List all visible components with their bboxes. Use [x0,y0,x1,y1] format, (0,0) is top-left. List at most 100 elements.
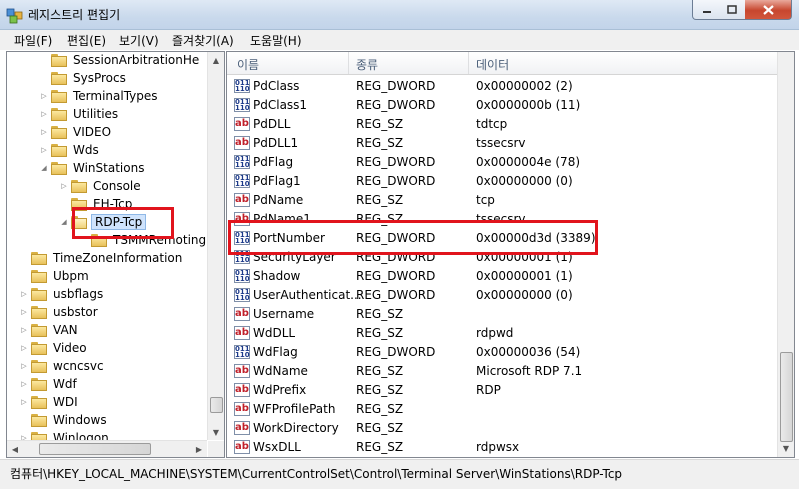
value-type: REG_SZ [356,117,404,131]
value-row[interactable]: 011 110 PdFlag REG_DWORD 0x0000004e (78) [227,153,778,172]
tree-hscroll-thumb[interactable] [39,443,151,455]
column-type-header[interactable]: 종류 [356,56,378,73]
tree-item-label: Utilities [73,107,119,121]
folder-icon [31,251,47,265]
minimize-button[interactable] [692,0,721,20]
menu-help[interactable]: 도움말(H) [250,32,302,49]
tree-item[interactable]: ▷ VAN [19,321,80,339]
expand-arrow-icon[interactable]: ▷ [19,398,29,406]
value-row[interactable]: ab Username REG_SZ [227,305,778,324]
expand-arrow-icon[interactable]: ▷ [19,326,29,334]
value-row[interactable]: ab WFProfilePath REG_SZ [227,400,778,419]
expand-arrow-icon[interactable]: ▷ [19,380,29,388]
value-row[interactable]: ab PdName REG_SZ tcp [227,191,778,210]
value-row[interactable]: ab WdPrefix REG_SZ RDP [227,381,778,400]
scroll-down-arrow-icon[interactable]: ▼ [208,424,224,440]
scroll-right-arrow-icon[interactable]: ▶ [191,441,207,457]
binary-value-icon: 011 110 [234,155,250,169]
tree-item[interactable]: ▷ Video [19,339,89,357]
tree-horizontal-scrollbar[interactable]: ◀ ▶ [7,440,207,457]
scroll-left-arrow-icon[interactable]: ◀ [7,441,23,457]
value-name: WorkDirectory [253,421,339,435]
tree-item[interactable]: ▷ Wds [39,141,101,159]
menu-view[interactable]: 보기(V) [119,32,159,49]
tree-item[interactable]: SessionArbitrationHe [39,52,201,69]
tree-item[interactable]: ◢ WinStations [39,159,146,177]
value-row[interactable]: 011 110 PdClass REG_DWORD 0x00000002 (2) [227,77,778,96]
value-type: REG_DWORD [356,174,436,188]
tree-item[interactable]: Ubpm [19,267,91,285]
tree-item[interactable]: ▷ WDI [19,393,80,411]
value-row[interactable]: 011 110 PdClass1 REG_DWORD 0x0000000b (11) [227,96,778,115]
value-row[interactable]: 011 110 WdFlag REG_DWORD 0x00000036 (54) [227,343,778,362]
tree-item[interactable]: SysProcs [39,69,128,87]
string-value-icon: ab [234,364,250,378]
menu-edit[interactable]: 편집(E) [67,32,106,49]
value-name: PdDLL [253,117,291,131]
tree-item[interactable]: ▷ Wdf [19,375,79,393]
tree-item[interactable]: ▷ VIDEO [39,123,113,141]
tree-item-label: Wdf [53,377,77,391]
value-row[interactable]: 011 110 PdFlag1 REG_DWORD 0x00000000 (0) [227,172,778,191]
tree-item-label: TimeZoneInformation [53,251,183,265]
tree-item[interactable]: ▷ Console [59,177,143,195]
value-row[interactable]: ab WsxDLL REG_SZ rdpwsx [227,438,778,457]
list-scroll-thumb[interactable] [780,352,793,442]
value-row[interactable]: ab PdDLL REG_SZ tdtcp [227,115,778,134]
folder-icon [31,287,47,301]
expand-arrow-icon[interactable]: ▷ [39,146,49,154]
expand-arrow-icon[interactable]: ▷ [39,128,49,136]
key-tree-pane[interactable]: SessionArbitrationHe SysProcs ▷ TerminalTyp… [6,51,225,458]
tree-item-label: WDI [53,395,78,409]
string-value-icon: ab [234,193,250,207]
folder-icon [51,89,67,103]
tree-item[interactable]: TimeZoneInformation [19,249,184,267]
tree-item[interactable]: ▷ TerminalTypes [39,87,160,105]
expand-arrow-icon[interactable]: ▷ [19,290,29,298]
column-data-header[interactable]: 데이터 [476,56,509,73]
value-row[interactable]: ab WdName REG_SZ Microsoft RDP 7.1 [227,362,778,381]
collapse-arrow-icon[interactable]: ◢ [59,218,69,226]
tree-item[interactable]: ▷ usbstor [19,303,100,321]
expand-arrow-icon[interactable]: ▷ [39,110,49,118]
value-row[interactable]: ab WdDLL REG_SZ rdpwd [227,324,778,343]
scroll-up-arrow-icon[interactable]: ▲ [208,52,224,68]
scroll-down-arrow-icon[interactable]: ▼ [778,440,794,456]
value-row[interactable]: 011 110 UserAuthenticat... REG_DWORD 0x00000… [227,286,778,305]
menu-favorites[interactable]: 즐겨찾기(A) [172,32,234,49]
expand-arrow-icon[interactable]: ▷ [39,92,49,100]
close-button[interactable] [745,0,792,20]
expand-arrow-icon[interactable]: ▷ [19,362,29,370]
tree-item-label: VAN [53,323,78,337]
list-vertical-scrollbar[interactable]: ▼ [777,52,794,457]
expand-arrow-icon[interactable]: ▷ [19,308,29,316]
value-row[interactable]: ab WorkDirectory REG_SZ [227,419,778,438]
binary-value-icon: 011 110 [234,345,250,359]
column-divider[interactable] [348,52,349,74]
expand-arrow-icon[interactable]: ▷ [19,344,29,352]
column-divider[interactable] [468,52,469,74]
tree-item-label: TerminalTypes [73,89,158,103]
value-data: 0x0000000b (11) [476,98,581,112]
value-row[interactable]: ab PdDLL1 REG_SZ tssecsrv [227,134,778,153]
value-data: rdpwsx [476,440,520,454]
tree-vertical-scrollbar[interactable]: ▲ ▼ [207,52,224,440]
value-name: WsxDLL [253,440,301,454]
highlight-box-rdp-tcp [72,207,174,239]
string-value-icon: ab [234,307,250,321]
tree-item[interactable]: Windows [19,411,109,429]
binary-value-icon: 011 110 [234,288,250,302]
maximize-button[interactable] [719,0,746,20]
menu-file[interactable]: 파일(F) [14,32,52,49]
collapse-arrow-icon[interactable]: ◢ [39,164,49,172]
registry-editor-window: 레지스트리 편집기 파일(F) 편집(E) 보기(V) 즐겨찾기(A) 도움말(… [0,0,799,489]
expand-arrow-icon[interactable]: ▷ [59,182,69,190]
tree-item[interactable]: ▷ usbflags [19,285,105,303]
tree-scroll-thumb[interactable] [210,397,223,413]
value-row[interactable]: 011 110 Shadow REG_DWORD 0x00000001 (1) [227,267,778,286]
tree-item[interactable]: ▷ wcncsvc [19,357,106,375]
column-name-header[interactable]: 이름 [237,56,259,73]
value-data: tcp [476,193,495,207]
tree-item[interactable]: ▷ Utilities [39,105,120,123]
window-title: 레지스트리 편집기 [28,8,121,22]
